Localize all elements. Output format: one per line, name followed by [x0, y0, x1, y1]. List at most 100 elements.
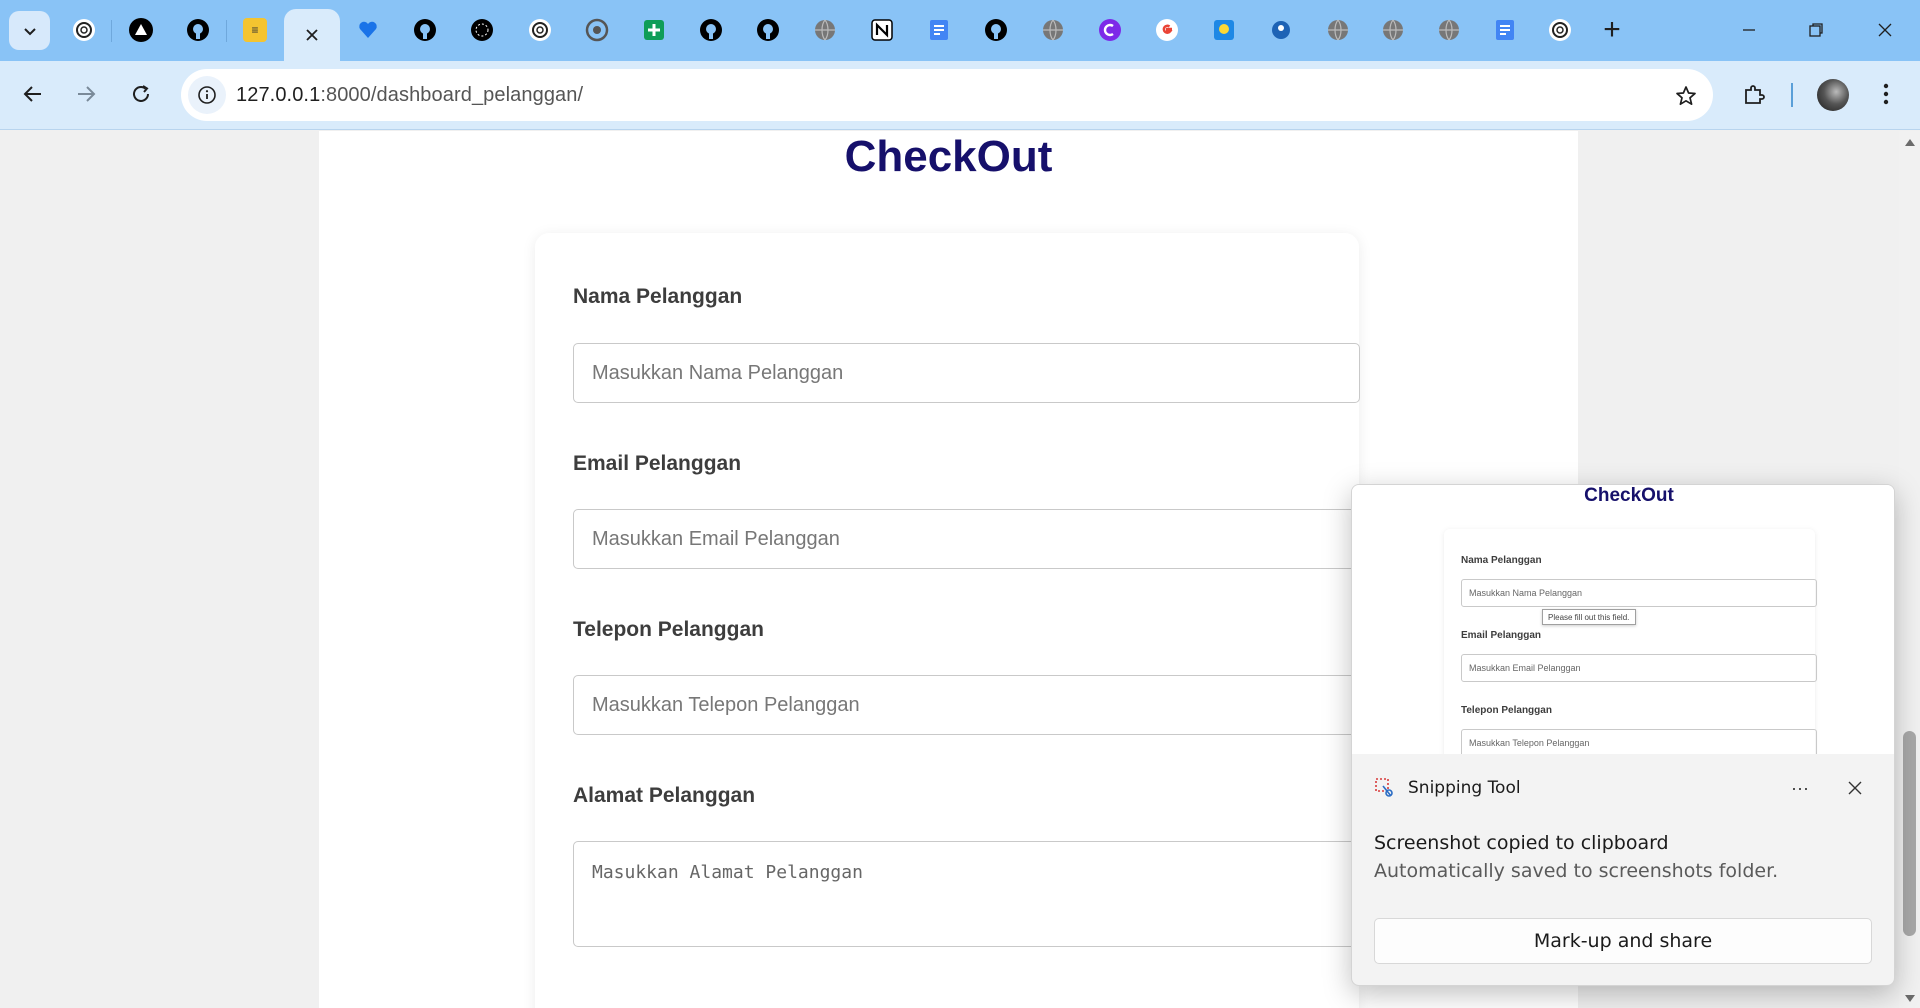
telepon-input[interactable] [573, 675, 1360, 735]
minimize-button[interactable] [1726, 8, 1772, 52]
scroll-thumb[interactable] [1903, 731, 1916, 936]
tab-stack[interactable]: ≡ [231, 10, 279, 50]
heart-icon [359, 21, 377, 38]
toast-more-button[interactable]: ··· [1782, 773, 1818, 803]
toast-sub-message: Automatically saved to screenshots folde… [1374, 860, 1779, 882]
tab-globe[interactable] [1425, 10, 1473, 50]
tab-github[interactable] [401, 10, 449, 50]
google-sheets-icon [644, 20, 664, 40]
tab-chatgpt[interactable] [1536, 10, 1584, 50]
chatgpt-icon [529, 19, 551, 41]
tab-blue-site[interactable] [1257, 10, 1305, 50]
tab-github[interactable] [972, 10, 1020, 50]
tab-globe[interactable] [1369, 10, 1417, 50]
chrome-icon [585, 18, 609, 42]
site-info-button[interactable] [188, 76, 226, 114]
github-icon [985, 19, 1007, 41]
tab-globe[interactable] [1029, 10, 1077, 50]
tab-globe[interactable] [801, 10, 849, 50]
tab-heart[interactable] [344, 10, 392, 50]
tab-search-button[interactable] [9, 11, 50, 50]
new-tab-button[interactable]: + [1588, 10, 1636, 50]
url-path: :8000/dashboard_pelanggan/ [320, 84, 584, 106]
tab-github[interactable] [687, 10, 735, 50]
scroll-up-arrow[interactable] [1905, 139, 1915, 146]
snipping-tool-notification[interactable]: CheckOut Nama Pelanggan Masukkan Nama Pe… [1351, 484, 1895, 986]
tab-sheets[interactable] [630, 10, 678, 50]
tab-globe[interactable] [1314, 10, 1362, 50]
stack-icon: ≡ [243, 18, 267, 42]
tab-docs[interactable] [915, 10, 963, 50]
tab-strip: ≡ + [0, 0, 1920, 61]
blue-circle-icon [1272, 21, 1290, 39]
url-text: 127.0.0.1:8000/dashboard_pelanggan/ [236, 84, 583, 107]
toast-app-name: Snipping Tool [1408, 778, 1521, 798]
extensions-button[interactable] [1734, 74, 1774, 114]
globe-icon [1043, 19, 1063, 41]
preview-form: Nama Pelanggan Masukkan Nama Pelanggan E… [1444, 529, 1817, 754]
chatgpt-icon [1549, 19, 1571, 41]
preview-nama-input: Masukkan Nama Pelanggan [1461, 579, 1817, 607]
tab-vercel[interactable] [117, 10, 165, 50]
reload-button[interactable] [121, 74, 161, 114]
globe-icon [1439, 19, 1459, 41]
markup-share-button[interactable]: Mark-up and share [1374, 918, 1872, 964]
menu-button[interactable] [1866, 74, 1906, 114]
arrow-right-icon [78, 86, 96, 102]
preview-email-label: Email Pelanggan [1461, 630, 1542, 641]
tab-separator [226, 20, 227, 42]
preview-validation-tooltip: Please fill out this field. [1542, 609, 1636, 625]
google-docs-icon [1496, 20, 1514, 40]
tab-canva[interactable] [1086, 10, 1134, 50]
toast-message: Screenshot copied to clipboard [1374, 832, 1669, 854]
tab-notion[interactable] [858, 10, 906, 50]
tab-google[interactable] [1143, 10, 1191, 50]
google-icon [1156, 19, 1178, 41]
forward-button[interactable] [66, 74, 106, 114]
nama-input[interactable] [573, 343, 1360, 403]
close-icon [1848, 781, 1862, 795]
url-host: 127.0.0.1 [236, 84, 321, 106]
alamat-textarea[interactable] [573, 841, 1360, 947]
back-button[interactable] [13, 74, 53, 114]
github-icon [700, 19, 722, 41]
email-label: Email Pelanggan [573, 452, 742, 475]
alamat-label: Alamat Pelanggan [573, 784, 756, 807]
tab-chrome[interactable] [573, 10, 621, 50]
tab-docs[interactable] [1481, 10, 1529, 50]
canva-icon [1099, 19, 1121, 41]
preview-email-input: Masukkan Email Pelanggan [1461, 654, 1817, 682]
preview-telepon-input: Masukkan Telepon Pelanggan [1461, 729, 1817, 754]
profile-avatar[interactable] [1817, 79, 1849, 111]
github-icon [757, 19, 779, 41]
page-scrollbar[interactable] [1899, 131, 1920, 1008]
notion-icon [871, 19, 893, 41]
tab-kemdikbud[interactable] [1200, 10, 1248, 50]
toast-close-button[interactable] [1840, 773, 1870, 803]
toast-header: Snipping Tool [1374, 777, 1521, 799]
github-icon [414, 19, 436, 41]
tab-github[interactable] [744, 10, 792, 50]
chevron-down-icon [23, 27, 36, 35]
tab-chatgpt[interactable] [516, 10, 564, 50]
close-icon [1878, 23, 1892, 37]
close-window-button[interactable] [1862, 8, 1908, 52]
screenshot-preview[interactable]: CheckOut Nama Pelanggan Masukkan Nama Pe… [1352, 485, 1894, 754]
globe-icon [1328, 19, 1348, 41]
bookmark-button[interactable] [1671, 81, 1701, 111]
reload-icon [133, 85, 149, 102]
close-icon[interactable] [305, 28, 319, 42]
tab-perplexity[interactable] [458, 10, 506, 50]
preview-title: CheckOut [1584, 485, 1674, 506]
scroll-down-arrow[interactable] [1905, 995, 1915, 1002]
checkout-form: Nama Pelanggan Email Pelanggan Telepon P… [535, 233, 1360, 1008]
globe-icon [815, 19, 835, 41]
tab-github[interactable] [174, 10, 222, 50]
plus-icon: + [1603, 13, 1621, 46]
address-bar[interactable]: 127.0.0.1:8000/dashboard_pelanggan/ [181, 69, 1713, 121]
email-input[interactable] [573, 509, 1360, 569]
tab-active[interactable] [284, 9, 340, 61]
tab-chatgpt[interactable] [60, 10, 108, 50]
preview-telepon-label: Telepon Pelanggan [1461, 705, 1552, 716]
restore-button[interactable] [1793, 8, 1839, 52]
